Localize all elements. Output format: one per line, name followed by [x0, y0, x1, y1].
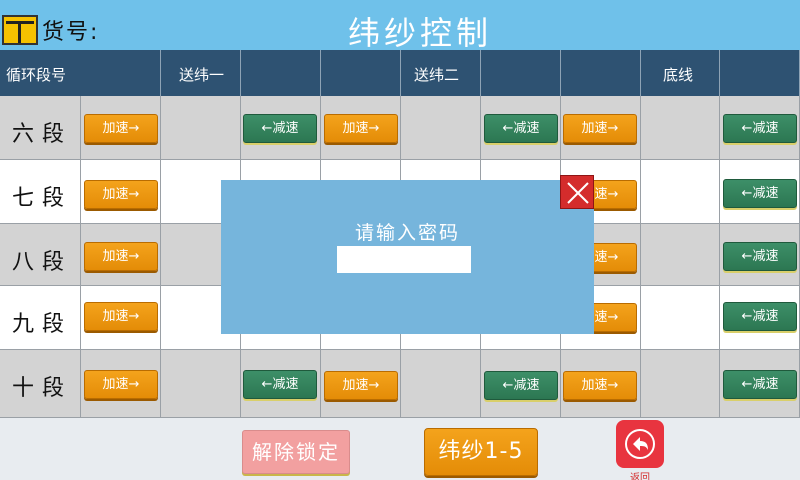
- header-cycle-segment-label: 循环段号: [6, 66, 67, 84]
- decelerate-button[interactable]: ←减速: [723, 114, 797, 143]
- row-label: 十段: [12, 376, 73, 401]
- accelerate-button[interactable]: 加速→: [84, 302, 158, 331]
- password-input[interactable]: [337, 246, 471, 273]
- header-weft-1-label: 送纬一: [179, 66, 225, 84]
- decelerate-button[interactable]: ←减速: [723, 302, 797, 331]
- close-icon: [567, 182, 589, 204]
- row-label: 九段: [12, 312, 73, 337]
- decelerate-button[interactable]: ←减速: [723, 179, 797, 208]
- title-bar: 货号: 纬纱控制: [0, 0, 800, 52]
- decelerate-button[interactable]: ←减速: [723, 370, 797, 399]
- back-arrow-icon: [633, 437, 648, 451]
- accelerate-button[interactable]: 加速→: [84, 114, 158, 143]
- header-cycle-segment: 循环段号: [0, 50, 161, 96]
- header-col-3: [241, 50, 321, 96]
- header-weft-2: 送纬二: [401, 50, 481, 96]
- weft-1-5-button[interactable]: 纬纱1-5: [424, 428, 538, 476]
- table-cell: [161, 350, 241, 418]
- accelerate-button[interactable]: 加速→: [563, 114, 637, 143]
- dialog-title: 请输入密码: [354, 222, 460, 244]
- accelerate-button[interactable]: 加速→: [84, 242, 158, 271]
- page-title: 纬纱控制: [347, 14, 492, 52]
- accelerate-button[interactable]: 加速→: [324, 114, 398, 143]
- table-cell: [641, 350, 720, 418]
- header-col-4: [321, 50, 401, 96]
- password-dialog: 请输入密码: [221, 180, 594, 334]
- row-label-cell: 九段: [0, 286, 81, 350]
- table-cell: [641, 160, 720, 224]
- row-label-cell: 八段: [0, 224, 81, 286]
- header-bottom-thread-label: 底线: [663, 66, 694, 84]
- decelerate-button[interactable]: ←减速: [484, 114, 558, 143]
- decelerate-button[interactable]: ←减速: [243, 114, 317, 143]
- back-button[interactable]: [616, 420, 664, 468]
- row-label: 六段: [12, 122, 73, 147]
- bottom-bar: [0, 420, 800, 480]
- table-cell: [641, 224, 720, 286]
- header-col-9: [720, 50, 800, 96]
- header-bottom-thread: 底线: [641, 50, 720, 96]
- accelerate-button[interactable]: 加速→: [84, 180, 158, 209]
- decelerate-button[interactable]: ←减速: [484, 371, 558, 400]
- row-label: 八段: [12, 250, 73, 275]
- close-button[interactable]: [560, 175, 594, 209]
- table-cell: [401, 350, 481, 418]
- decelerate-button[interactable]: ←减速: [243, 370, 317, 399]
- header-col-6: [481, 50, 561, 96]
- accelerate-button[interactable]: 加速→: [563, 371, 637, 400]
- header-col-7: [561, 50, 641, 96]
- table-cell: [401, 96, 481, 160]
- accelerate-button[interactable]: 加速→: [324, 371, 398, 400]
- decelerate-button[interactable]: ←减速: [723, 242, 797, 271]
- header-weft-2-label: 送纬二: [414, 66, 460, 84]
- table-cell: [161, 96, 241, 160]
- accelerate-button[interactable]: 加速→: [84, 370, 158, 399]
- row-label: 七段: [12, 186, 73, 211]
- unlock-button[interactable]: 解除锁定: [242, 430, 350, 474]
- table-cell: [641, 96, 720, 160]
- header-weft-1: 送纬一: [161, 50, 241, 96]
- row-label-cell: 六段: [0, 96, 81, 160]
- table-cell: [641, 286, 720, 350]
- row-label-cell: 十段: [0, 350, 81, 418]
- back-label: 返回: [630, 473, 650, 480]
- row-label-cell: 七段: [0, 160, 81, 224]
